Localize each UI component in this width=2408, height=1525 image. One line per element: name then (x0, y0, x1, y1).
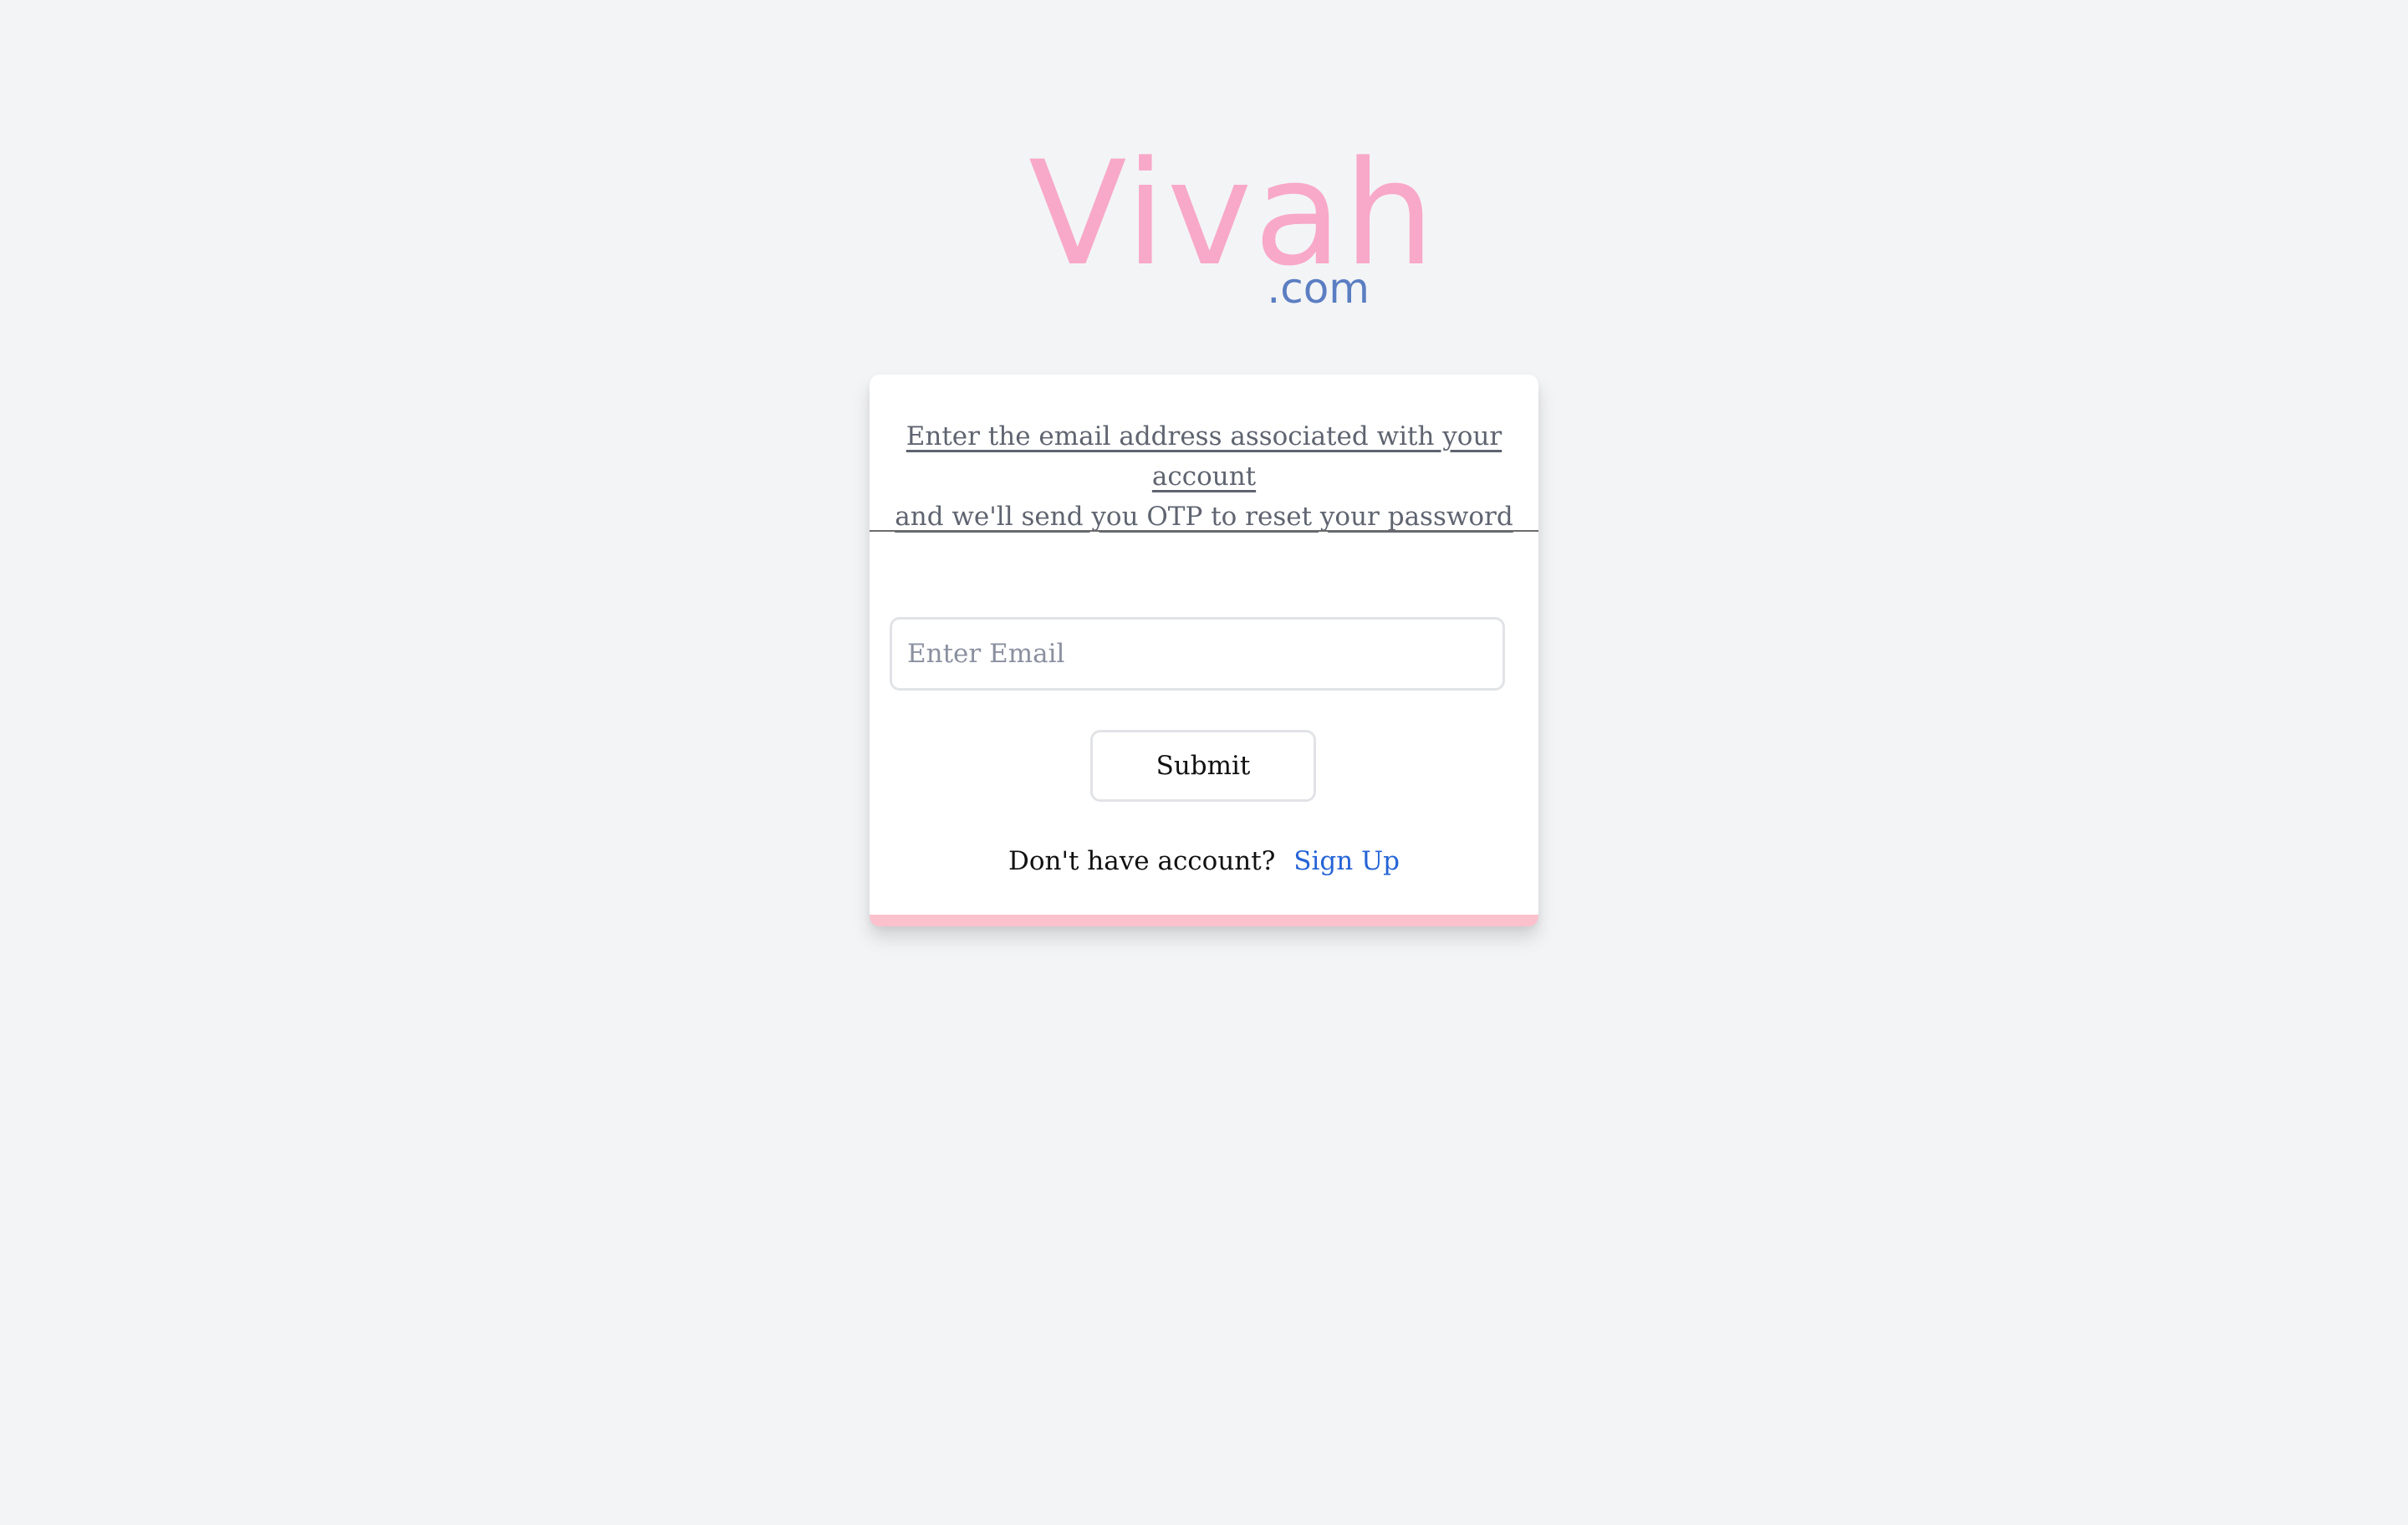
reset-instructions-line-1: Enter the email address associated with … (906, 421, 1502, 492)
signup-row: Don't have account? Sign Up (870, 844, 1538, 878)
email-input[interactable] (890, 617, 1505, 691)
header-divider (870, 530, 1538, 532)
submit-button[interactable]: Submit (1090, 730, 1316, 802)
reset-instructions-line-2: and we'll send you OTP to reset your pas… (895, 502, 1513, 532)
signup-link[interactable]: Sign Up (1293, 846, 1400, 876)
brand-name: Vivah (1028, 130, 1436, 298)
brand-suffix: .com (1267, 264, 1370, 313)
forgot-password-card: Enter the email address associated with … (870, 375, 1538, 926)
brand-logo: Vivah .com (1028, 142, 1435, 318)
reset-instructions: Enter the email address associated with … (870, 416, 1538, 537)
signup-prompt: Don't have account? (1008, 846, 1276, 876)
